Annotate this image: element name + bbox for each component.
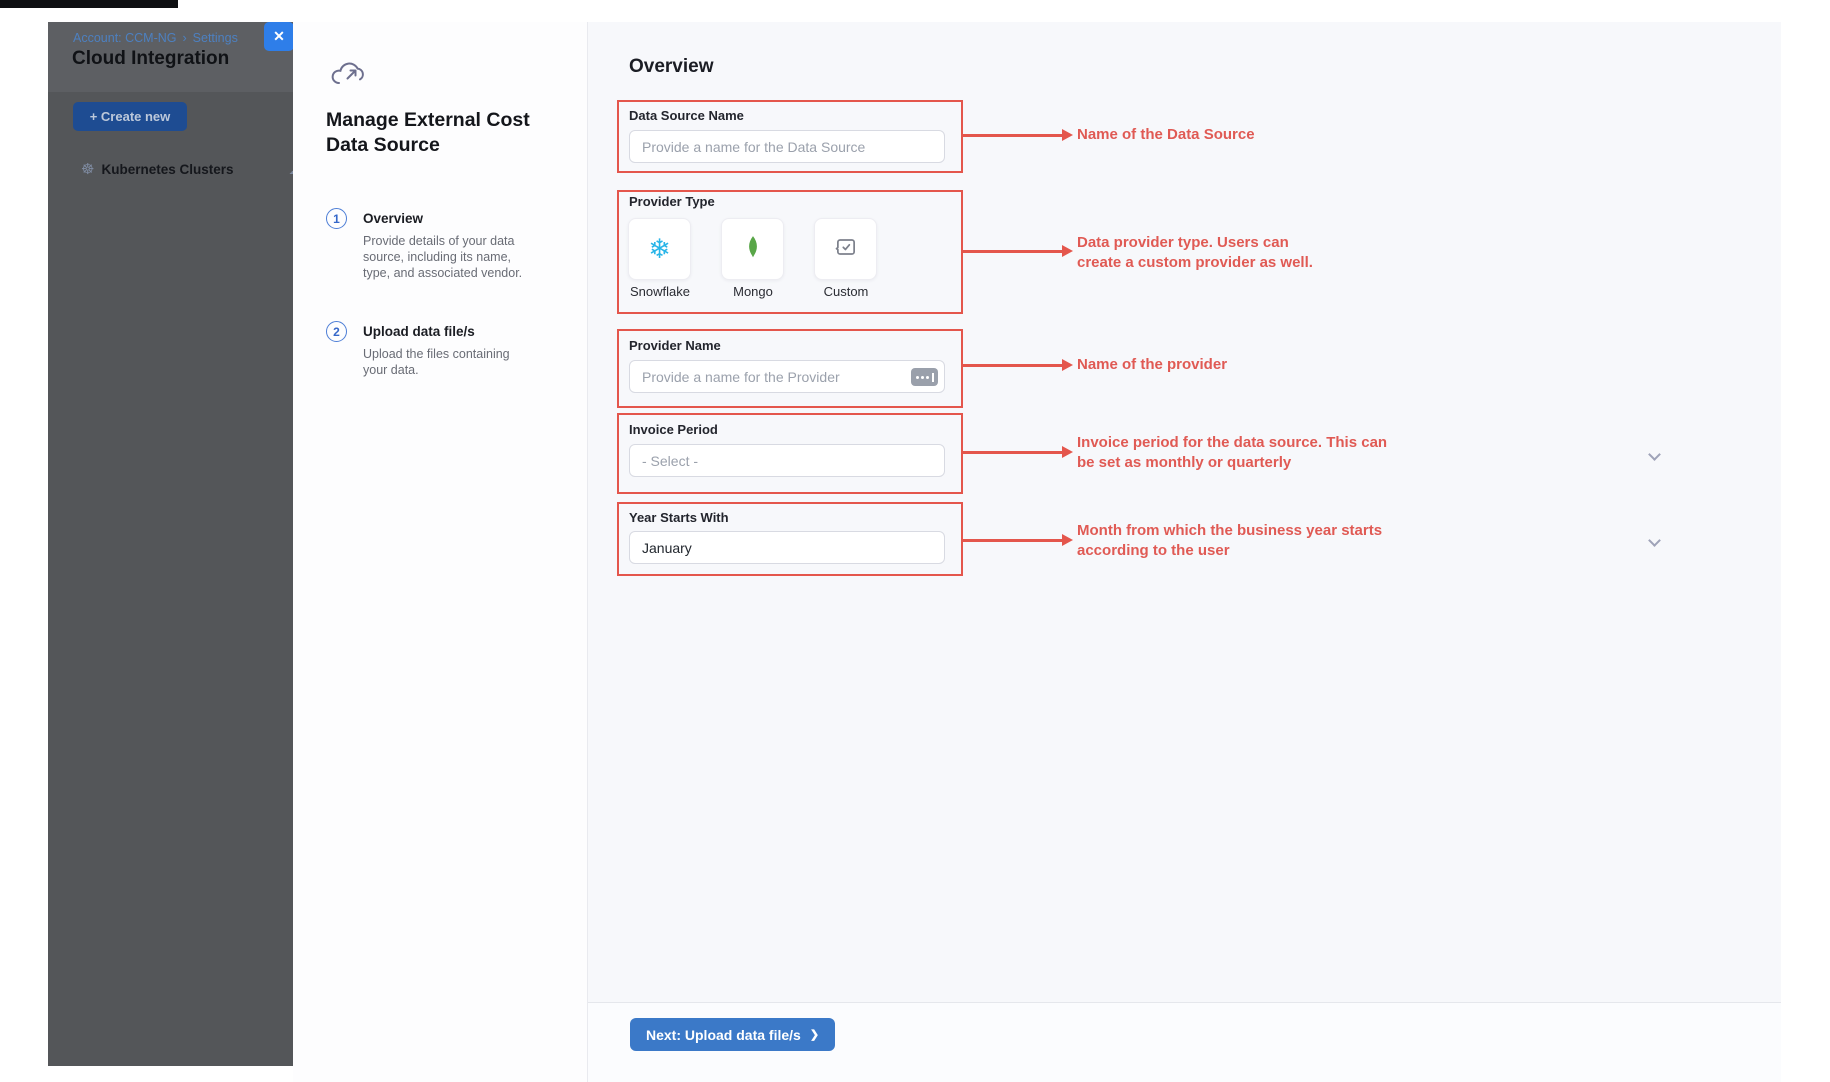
next-button-label: Next: Upload data file/s (646, 1027, 801, 1043)
invoice-period-select[interactable] (629, 444, 945, 477)
ellipsis-expand-icon[interactable] (911, 368, 938, 386)
custom-provider-icon (833, 234, 859, 265)
step-2-description: Upload the files containing your data. (363, 347, 531, 379)
step-1-description: Provide details of your data source, inc… (363, 234, 531, 281)
mongo-leaf-icon (740, 234, 766, 265)
provider-card-custom[interactable] (814, 218, 877, 280)
page-title: Cloud Integration (72, 48, 229, 70)
step-1-title: Overview (363, 211, 423, 226)
provider-name-input[interactable] (629, 360, 945, 393)
breadcrumb-settings-link[interactable]: Settings (193, 31, 238, 45)
cloud-upload-icon (328, 60, 366, 95)
step-number: 2 (333, 325, 340, 339)
year-starts-with-select[interactable] (629, 531, 945, 564)
tabs-row: ☸ Kubernetes Clusters ☁ C (48, 152, 293, 186)
close-button[interactable]: ✕ (264, 22, 294, 51)
next-upload-button[interactable]: Next: Upload data file/s ❯ (630, 1018, 835, 1051)
provider-card-label: Snowflake (630, 284, 690, 299)
data-source-name-label: Data Source Name (629, 108, 744, 123)
tab-kubernetes-clusters[interactable]: ☸ Kubernetes Clusters (81, 162, 234, 177)
data-source-name-input[interactable] (629, 130, 945, 163)
year-starts-with-label: Year Starts With (629, 510, 729, 525)
tab-label: Kubernetes Clusters (101, 162, 233, 177)
provider-type-label: Provider Type (629, 194, 715, 209)
breadcrumb-account-link[interactable]: Account: CCM-NG (73, 31, 177, 45)
create-new-button[interactable]: + Create new (73, 102, 187, 131)
provider-card-mongo[interactable] (721, 218, 784, 280)
chevron-right-icon: ❯ (810, 1028, 819, 1041)
wizard-panel: Manage External Cost Data Source 1 Overv… (293, 22, 588, 1082)
step-2-title: Upload data file/s (363, 324, 475, 339)
form-heading: Overview (629, 56, 714, 78)
provider-card-label: Mongo (733, 284, 773, 299)
screen: Account: CCM-NG › Settings Cloud Integrati… (0, 0, 1830, 1082)
wizard-title: Manage External Cost Data Source (326, 108, 538, 159)
kubernetes-icon: ☸ (81, 162, 94, 177)
dimmed-background-page: Account: CCM-NG › Settings Cloud Integrati… (48, 22, 293, 1066)
close-icon: ✕ (273, 28, 285, 45)
breadcrumb-separator: › (183, 31, 187, 45)
breadcrumb: Account: CCM-NG › Settings (73, 31, 238, 45)
provider-name-label: Provider Name (629, 338, 721, 353)
snowflake-icon: ❄ (648, 236, 671, 263)
step-1-indicator: 1 (326, 208, 347, 229)
provider-card-snowflake[interactable]: ❄ (628, 218, 691, 280)
browser-chrome-remnant (0, 0, 178, 8)
step-2-indicator: 2 (326, 321, 347, 342)
invoice-period-label: Invoice Period (629, 422, 718, 437)
provider-card-label: Custom (824, 284, 869, 299)
step-number: 1 (333, 212, 340, 226)
